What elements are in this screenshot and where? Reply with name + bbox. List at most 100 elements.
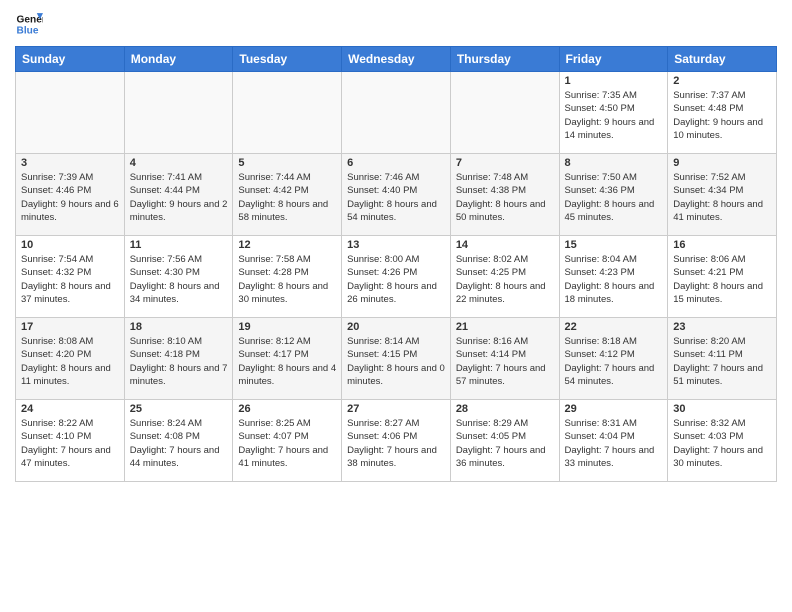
day-info: Sunrise: 8:27 AM Sunset: 4:06 PM Dayligh… — [347, 417, 445, 470]
calendar-cell — [233, 72, 342, 154]
day-info: Sunrise: 7:44 AM Sunset: 4:42 PM Dayligh… — [238, 171, 336, 224]
calendar-week-1: 1Sunrise: 7:35 AM Sunset: 4:50 PM Daylig… — [16, 72, 777, 154]
calendar-week-4: 17 Sunrise: 8:08 AM Sunset: 4:20 PM Dayli… — [16, 318, 777, 400]
day-number: 22 — [565, 321, 663, 333]
weekday-header-sunday: Sunday — [16, 47, 125, 72]
weekday-header-monday: Monday — [124, 47, 233, 72]
day-number: 27 — [347, 403, 445, 415]
calendar-cell: 7Sunrise: 7:48 AM Sunset: 4:38 PM Daylig… — [450, 154, 559, 236]
calendar-cell — [342, 72, 451, 154]
day-number: 24 — [21, 403, 119, 415]
calendar-cell: 17 Sunrise: 8:08 AM Sunset: 4:20 PM Dayli… — [16, 318, 125, 400]
day-number: 9 — [673, 157, 771, 169]
day-info: Sunrise: 7:46 AM Sunset: 4:40 PM Dayligh… — [347, 171, 445, 224]
day-info: Sunrise: 8:16 AM Sunset: 4:14 PM Dayligh… — [456, 335, 554, 388]
calendar-cell: 22 Sunrise: 8:18 AM Sunset: 4:12 PM Dayli… — [559, 318, 668, 400]
day-number: 30 — [673, 403, 771, 415]
calendar-week-3: 10 Sunrise: 7:54 AM Sunset: 4:32 PM Dayli… — [16, 236, 777, 318]
calendar-cell: 3 Sunrise: 7:39 AM Sunset: 4:46 PM Daylig… — [16, 154, 125, 236]
calendar-cell: 1Sunrise: 7:35 AM Sunset: 4:50 PM Daylig… — [559, 72, 668, 154]
day-info: Sunrise: 7:54 AM Sunset: 4:32 PM Dayligh… — [21, 253, 119, 306]
day-number: 18 — [130, 321, 228, 333]
day-info: Sunrise: 8:06 AM Sunset: 4:21 PM Dayligh… — [673, 253, 771, 306]
day-number: 25 — [130, 403, 228, 415]
day-number: 19 — [238, 321, 336, 333]
weekday-header-tuesday: Tuesday — [233, 47, 342, 72]
calendar-cell — [124, 72, 233, 154]
day-info: Sunrise: 8:32 AM Sunset: 4:03 PM Dayligh… — [673, 417, 771, 470]
day-info: Sunrise: 8:18 AM Sunset: 4:12 PM Dayligh… — [565, 335, 663, 388]
weekday-header-thursday: Thursday — [450, 47, 559, 72]
day-number: 2 — [673, 75, 771, 87]
calendar-cell: 26 Sunrise: 8:25 AM Sunset: 4:07 PM Dayli… — [233, 400, 342, 482]
day-number: 17 — [21, 321, 119, 333]
calendar-cell: 19 Sunrise: 8:12 AM Sunset: 4:17 PM Dayli… — [233, 318, 342, 400]
calendar-cell: 8 Sunrise: 7:50 AM Sunset: 4:36 PM Daylig… — [559, 154, 668, 236]
weekday-header-row: SundayMondayTuesdayWednesdayThursdayFrid… — [16, 47, 777, 72]
calendar-cell: 23Sunrise: 8:20 AM Sunset: 4:11 PM Dayli… — [668, 318, 777, 400]
day-info: Sunrise: 8:02 AM Sunset: 4:25 PM Dayligh… — [456, 253, 554, 306]
calendar-cell: 21 Sunrise: 8:16 AM Sunset: 4:14 PM Dayli… — [450, 318, 559, 400]
weekday-header-wednesday: Wednesday — [342, 47, 451, 72]
logo: General Blue — [15, 10, 47, 38]
calendar-cell: 30 Sunrise: 8:32 AM Sunset: 4:03 PM Dayli… — [668, 400, 777, 482]
day-number: 21 — [456, 321, 554, 333]
calendar-cell: 4Sunrise: 7:41 AM Sunset: 4:44 PM Daylig… — [124, 154, 233, 236]
day-info: Sunrise: 7:37 AM Sunset: 4:48 PM Dayligh… — [673, 89, 771, 142]
day-number: 28 — [456, 403, 554, 415]
calendar-cell: 13 Sunrise: 8:00 AM Sunset: 4:26 PM Dayli… — [342, 236, 451, 318]
calendar-cell: 11 Sunrise: 7:56 AM Sunset: 4:30 PM Dayli… — [124, 236, 233, 318]
day-info: Sunrise: 8:00 AM Sunset: 4:26 PM Dayligh… — [347, 253, 445, 306]
calendar-cell: 16Sunrise: 8:06 AM Sunset: 4:21 PM Dayli… — [668, 236, 777, 318]
day-info: Sunrise: 8:10 AM Sunset: 4:18 PM Dayligh… — [130, 335, 228, 388]
day-number: 10 — [21, 239, 119, 251]
calendar-cell: 5Sunrise: 7:44 AM Sunset: 4:42 PM Daylig… — [233, 154, 342, 236]
day-info: Sunrise: 8:25 AM Sunset: 4:07 PM Dayligh… — [238, 417, 336, 470]
calendar-cell: 27 Sunrise: 8:27 AM Sunset: 4:06 PM Dayli… — [342, 400, 451, 482]
calendar-week-2: 3 Sunrise: 7:39 AM Sunset: 4:46 PM Daylig… — [16, 154, 777, 236]
day-number: 20 — [347, 321, 445, 333]
day-number: 26 — [238, 403, 336, 415]
calendar-cell: 2 Sunrise: 7:37 AM Sunset: 4:48 PM Daylig… — [668, 72, 777, 154]
calendar-cell: 18 Sunrise: 8:10 AM Sunset: 4:18 PM Dayli… — [124, 318, 233, 400]
calendar-cell — [450, 72, 559, 154]
day-info: Sunrise: 8:24 AM Sunset: 4:08 PM Dayligh… — [130, 417, 228, 470]
day-info: Sunrise: 8:14 AM Sunset: 4:15 PM Dayligh… — [347, 335, 445, 388]
calendar-table: SundayMondayTuesdayWednesdayThursdayFrid… — [15, 46, 777, 482]
day-number: 7 — [456, 157, 554, 169]
day-info: Sunrise: 8:22 AM Sunset: 4:10 PM Dayligh… — [21, 417, 119, 470]
calendar-week-5: 24 Sunrise: 8:22 AM Sunset: 4:10 PM Dayli… — [16, 400, 777, 482]
day-info: Sunrise: 7:52 AM Sunset: 4:34 PM Dayligh… — [673, 171, 771, 224]
weekday-header-saturday: Saturday — [668, 47, 777, 72]
day-info: Sunrise: 7:35 AM Sunset: 4:50 PM Dayligh… — [565, 89, 663, 142]
calendar-cell: 24 Sunrise: 8:22 AM Sunset: 4:10 PM Dayli… — [16, 400, 125, 482]
day-info: Sunrise: 8:29 AM Sunset: 4:05 PM Dayligh… — [456, 417, 554, 470]
day-info: Sunrise: 7:56 AM Sunset: 4:30 PM Dayligh… — [130, 253, 228, 306]
day-info: Sunrise: 7:39 AM Sunset: 4:46 PM Dayligh… — [21, 171, 119, 224]
day-number: 29 — [565, 403, 663, 415]
weekday-header-friday: Friday — [559, 47, 668, 72]
day-number: 6 — [347, 157, 445, 169]
calendar-cell: 20 Sunrise: 8:14 AM Sunset: 4:15 PM Dayli… — [342, 318, 451, 400]
calendar-cell: 9 Sunrise: 7:52 AM Sunset: 4:34 PM Daylig… — [668, 154, 777, 236]
logo-icon: General Blue — [15, 10, 43, 38]
day-number: 13 — [347, 239, 445, 251]
day-info: Sunrise: 7:41 AM Sunset: 4:44 PM Dayligh… — [130, 171, 228, 224]
day-info: Sunrise: 8:04 AM Sunset: 4:23 PM Dayligh… — [565, 253, 663, 306]
calendar-cell: 25 Sunrise: 8:24 AM Sunset: 4:08 PM Dayli… — [124, 400, 233, 482]
day-number: 12 — [238, 239, 336, 251]
day-info: Sunrise: 8:08 AM Sunset: 4:20 PM Dayligh… — [21, 335, 119, 388]
calendar-cell: 28 Sunrise: 8:29 AM Sunset: 4:05 PM Dayli… — [450, 400, 559, 482]
day-number: 8 — [565, 157, 663, 169]
day-number: 11 — [130, 239, 228, 251]
svg-text:Blue: Blue — [17, 25, 39, 36]
day-info: Sunrise: 8:20 AM Sunset: 4:11 PM Dayligh… — [673, 335, 771, 388]
page-header: General Blue — [15, 10, 777, 38]
day-info: Sunrise: 8:12 AM Sunset: 4:17 PM Dayligh… — [238, 335, 336, 388]
day-info: Sunrise: 8:31 AM Sunset: 4:04 PM Dayligh… — [565, 417, 663, 470]
day-info: Sunrise: 7:58 AM Sunset: 4:28 PM Dayligh… — [238, 253, 336, 306]
day-info: Sunrise: 7:50 AM Sunset: 4:36 PM Dayligh… — [565, 171, 663, 224]
calendar-cell: 10 Sunrise: 7:54 AM Sunset: 4:32 PM Dayli… — [16, 236, 125, 318]
day-number: 14 — [456, 239, 554, 251]
day-number: 3 — [21, 157, 119, 169]
